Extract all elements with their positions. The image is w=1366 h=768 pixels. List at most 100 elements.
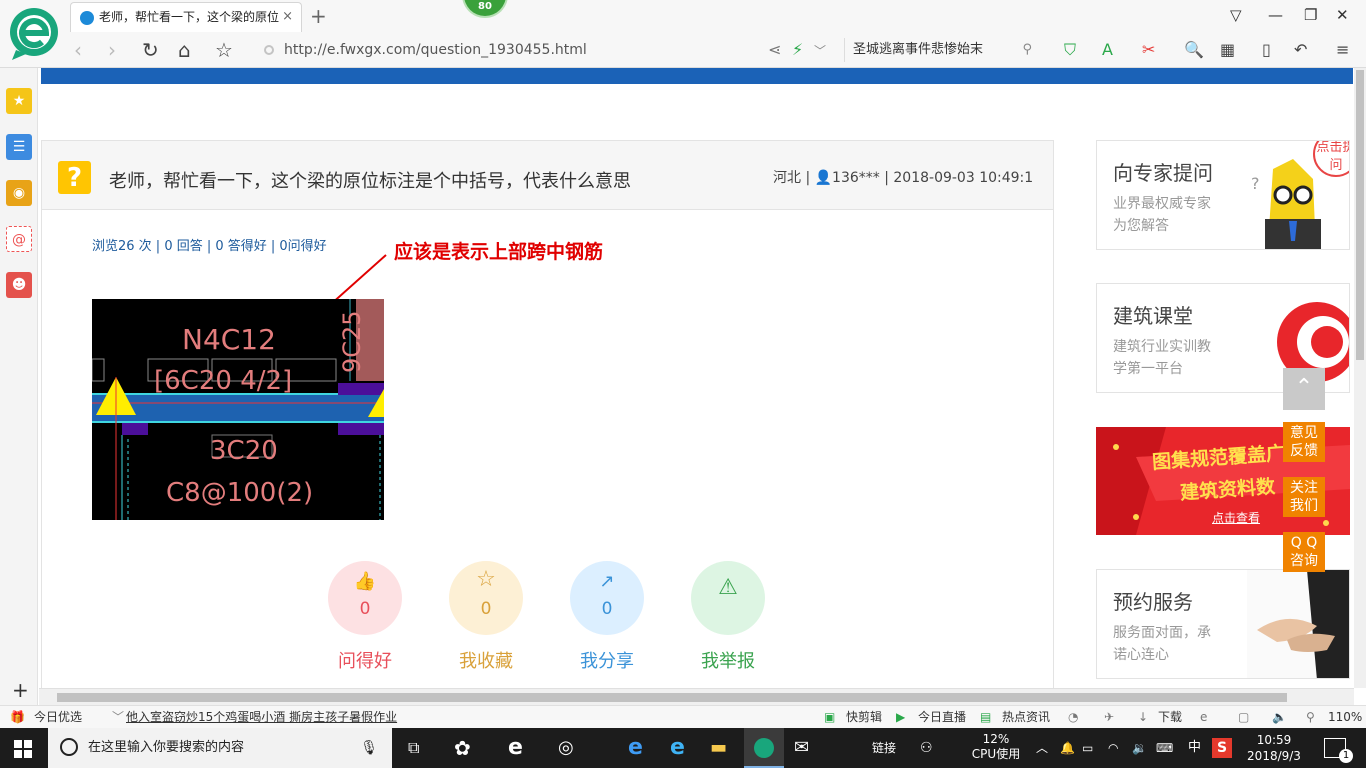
sogou-ime-icon[interactable]: S: [1212, 738, 1232, 758]
battery-icon[interactable]: ▭: [1082, 728, 1093, 768]
skin-icon[interactable]: ▽: [1230, 6, 1242, 24]
browser-e-icon[interactable]: e: [508, 728, 523, 768]
tab-close-button[interactable]: ×: [282, 3, 293, 31]
speed-icon[interactable]: ⚡: [792, 40, 803, 59]
qq-consult-button[interactable]: Q Q 咨询: [1283, 532, 1325, 572]
game-icon[interactable]: ☻: [6, 272, 32, 298]
cad-drawing-image[interactable]: N4C12 [6C20 4/2] 9C25 3C20 C8@100(2): [92, 299, 384, 520]
apps-icon[interactable]: ▦: [1220, 40, 1235, 59]
maximize-button[interactable]: ❐: [1304, 6, 1317, 24]
taskbar-active-app[interactable]: [744, 728, 784, 768]
email-icon[interactable]: @: [6, 226, 32, 252]
action-share[interactable]: ↗ 0 我分享: [569, 561, 645, 673]
feedback-button[interactable]: 意见 反馈: [1283, 422, 1325, 462]
tablet-icon[interactable]: ▯: [1262, 40, 1271, 59]
forward-button[interactable]: ›: [108, 38, 116, 62]
shield-icon[interactable]: ⛉: [1064, 40, 1076, 60]
taskbar-search-box[interactable]: 在这里输入你要搜索的内容 🎙: [48, 728, 392, 768]
task-view-icon[interactable]: ⧉: [408, 728, 419, 768]
hot-news[interactable]: 热点资讯: [1002, 706, 1050, 728]
favorite-star-icon[interactable]: ☆: [215, 38, 233, 62]
score-badge[interactable]: 80: [462, 0, 508, 18]
links-toolbar[interactable]: 链接: [872, 728, 896, 768]
gauge-icon[interactable]: ◔: [1068, 706, 1078, 728]
action-good-question[interactable]: 👍 0 问得好: [327, 561, 403, 673]
zoom-level[interactable]: 110%: [1328, 706, 1362, 728]
gift-icon[interactable]: 🎁: [10, 706, 25, 728]
close-window-button[interactable]: ✕: [1336, 6, 1349, 24]
action-label[interactable]: 我举报: [690, 647, 766, 673]
today-live[interactable]: 今日直播: [918, 706, 966, 728]
site-info-icon[interactable]: [264, 45, 274, 55]
chevron-down-icon[interactable]: ﹀: [814, 42, 826, 59]
reading-list-icon[interactable]: ☰: [6, 134, 32, 160]
action-circle[interactable]: ↗ 0: [570, 561, 644, 635]
action-circle[interactable]: 👍 0: [328, 561, 402, 635]
edge-icon[interactable]: e: [628, 728, 643, 768]
search-input[interactable]: 圣城逃离事件悲惨始末 ⚲: [844, 38, 1040, 62]
action-favorite[interactable]: ☆ 0 我收藏: [448, 561, 524, 673]
ask-expert-card[interactable]: 向专家提问 业界最权威专家 为您解答 ? 点击提问: [1096, 140, 1350, 250]
clock[interactable]: 10:59 2018/9/3: [1244, 732, 1304, 764]
action-label[interactable]: 我分享: [569, 647, 645, 673]
wifi-icon[interactable]: ◠: [1108, 728, 1118, 768]
window-icon[interactable]: ▢: [1238, 706, 1249, 728]
share-icon[interactable]: ⋖: [768, 40, 781, 59]
quick-clip[interactable]: 快剪辑: [846, 706, 882, 728]
people-icon[interactable]: ⚇: [920, 728, 933, 768]
action-circle[interactable]: ⚠: [691, 561, 765, 635]
mail-icon[interactable]: ✉: [794, 728, 809, 768]
keyboard-icon[interactable]: ⌨: [1156, 728, 1173, 768]
address-bar[interactable]: http://e.fwxgx.com/question_1930455.html: [258, 38, 838, 62]
undo-icon[interactable]: ↶: [1294, 40, 1307, 59]
favorites-icon[interactable]: ★: [6, 88, 32, 114]
scroll-thumb[interactable]: [57, 693, 1287, 702]
action-label[interactable]: 问得好: [327, 647, 403, 673]
ie-icon[interactable]: e: [670, 728, 685, 768]
ie-mode-icon[interactable]: e: [1200, 706, 1207, 728]
file-explorer-icon[interactable]: ▬: [710, 728, 727, 768]
today-picks[interactable]: 今日优选: [34, 706, 82, 728]
news-headline[interactable]: 他入室盗窃炒15个鸡蛋喝小酒 撕房主孩子暑假作业: [126, 706, 397, 728]
sound-icon[interactable]: 🔈: [1272, 706, 1287, 728]
action-report[interactable]: ⚠ 我举报: [690, 561, 766, 673]
action-count: 0: [359, 599, 371, 619]
notification-bell-icon[interactable]: 🔔: [1060, 728, 1075, 768]
windows-start-icon[interactable]: [14, 740, 32, 758]
browser-logo-icon[interactable]: [8, 6, 60, 60]
fan-app-icon[interactable]: ✿: [454, 728, 471, 768]
home-icon[interactable]: ⌂: [178, 38, 191, 62]
follow-us-button[interactable]: 关注 我们: [1283, 477, 1325, 517]
tray-expand-icon[interactable]: ︿: [1036, 728, 1048, 768]
magnifier-icon[interactable]: 🔍: [1184, 40, 1204, 59]
settings-app-icon[interactable]: ◎: [558, 728, 574, 768]
search-icon[interactable]: ⚲: [1022, 38, 1032, 62]
microphone-icon[interactable]: 🎙: [360, 728, 378, 768]
back-button[interactable]: ‹: [74, 38, 82, 62]
back-to-top-button[interactable]: ⌃: [1283, 368, 1325, 410]
action-center-icon[interactable]: 1: [1324, 738, 1353, 763]
scissors-icon[interactable]: ✂: [1142, 40, 1155, 59]
action-circle[interactable]: ☆ 0: [449, 561, 523, 635]
download-link[interactable]: 下载: [1158, 706, 1182, 728]
card-desc: 学第一平台: [1113, 361, 1183, 377]
vertical-scrollbar[interactable]: [1354, 68, 1366, 688]
pin-icon[interactable]: ✈: [1104, 706, 1114, 728]
sidebar-add-button[interactable]: +: [12, 678, 29, 702]
cpu-meter[interactable]: 12% CPU使用: [966, 732, 1026, 762]
volume-icon[interactable]: 🔉: [1132, 728, 1147, 768]
minimize-button[interactable]: —: [1268, 6, 1283, 24]
clock-time: 10:59: [1256, 733, 1292, 747]
weibo-icon[interactable]: ◉: [6, 180, 32, 206]
menu-icon[interactable]: ≡: [1336, 40, 1349, 59]
new-tab-button[interactable]: +: [310, 4, 327, 28]
service-card[interactable]: 预约服务 服务面对面，承 诺心连心: [1096, 569, 1350, 679]
action-label[interactable]: 我收藏: [448, 647, 524, 673]
translate-icon[interactable]: A: [1102, 40, 1113, 59]
tab-active[interactable]: 老师，帮忙看一下，这个梁的原位 ×: [70, 2, 302, 32]
scroll-thumb[interactable]: [1356, 70, 1364, 360]
refresh-icon[interactable]: ↻: [142, 38, 159, 62]
horizontal-scrollbar[interactable]: [39, 688, 1354, 705]
banner-button[interactable]: 点击查看: [1212, 509, 1260, 526]
ime-indicator[interactable]: 中: [1188, 728, 1201, 768]
